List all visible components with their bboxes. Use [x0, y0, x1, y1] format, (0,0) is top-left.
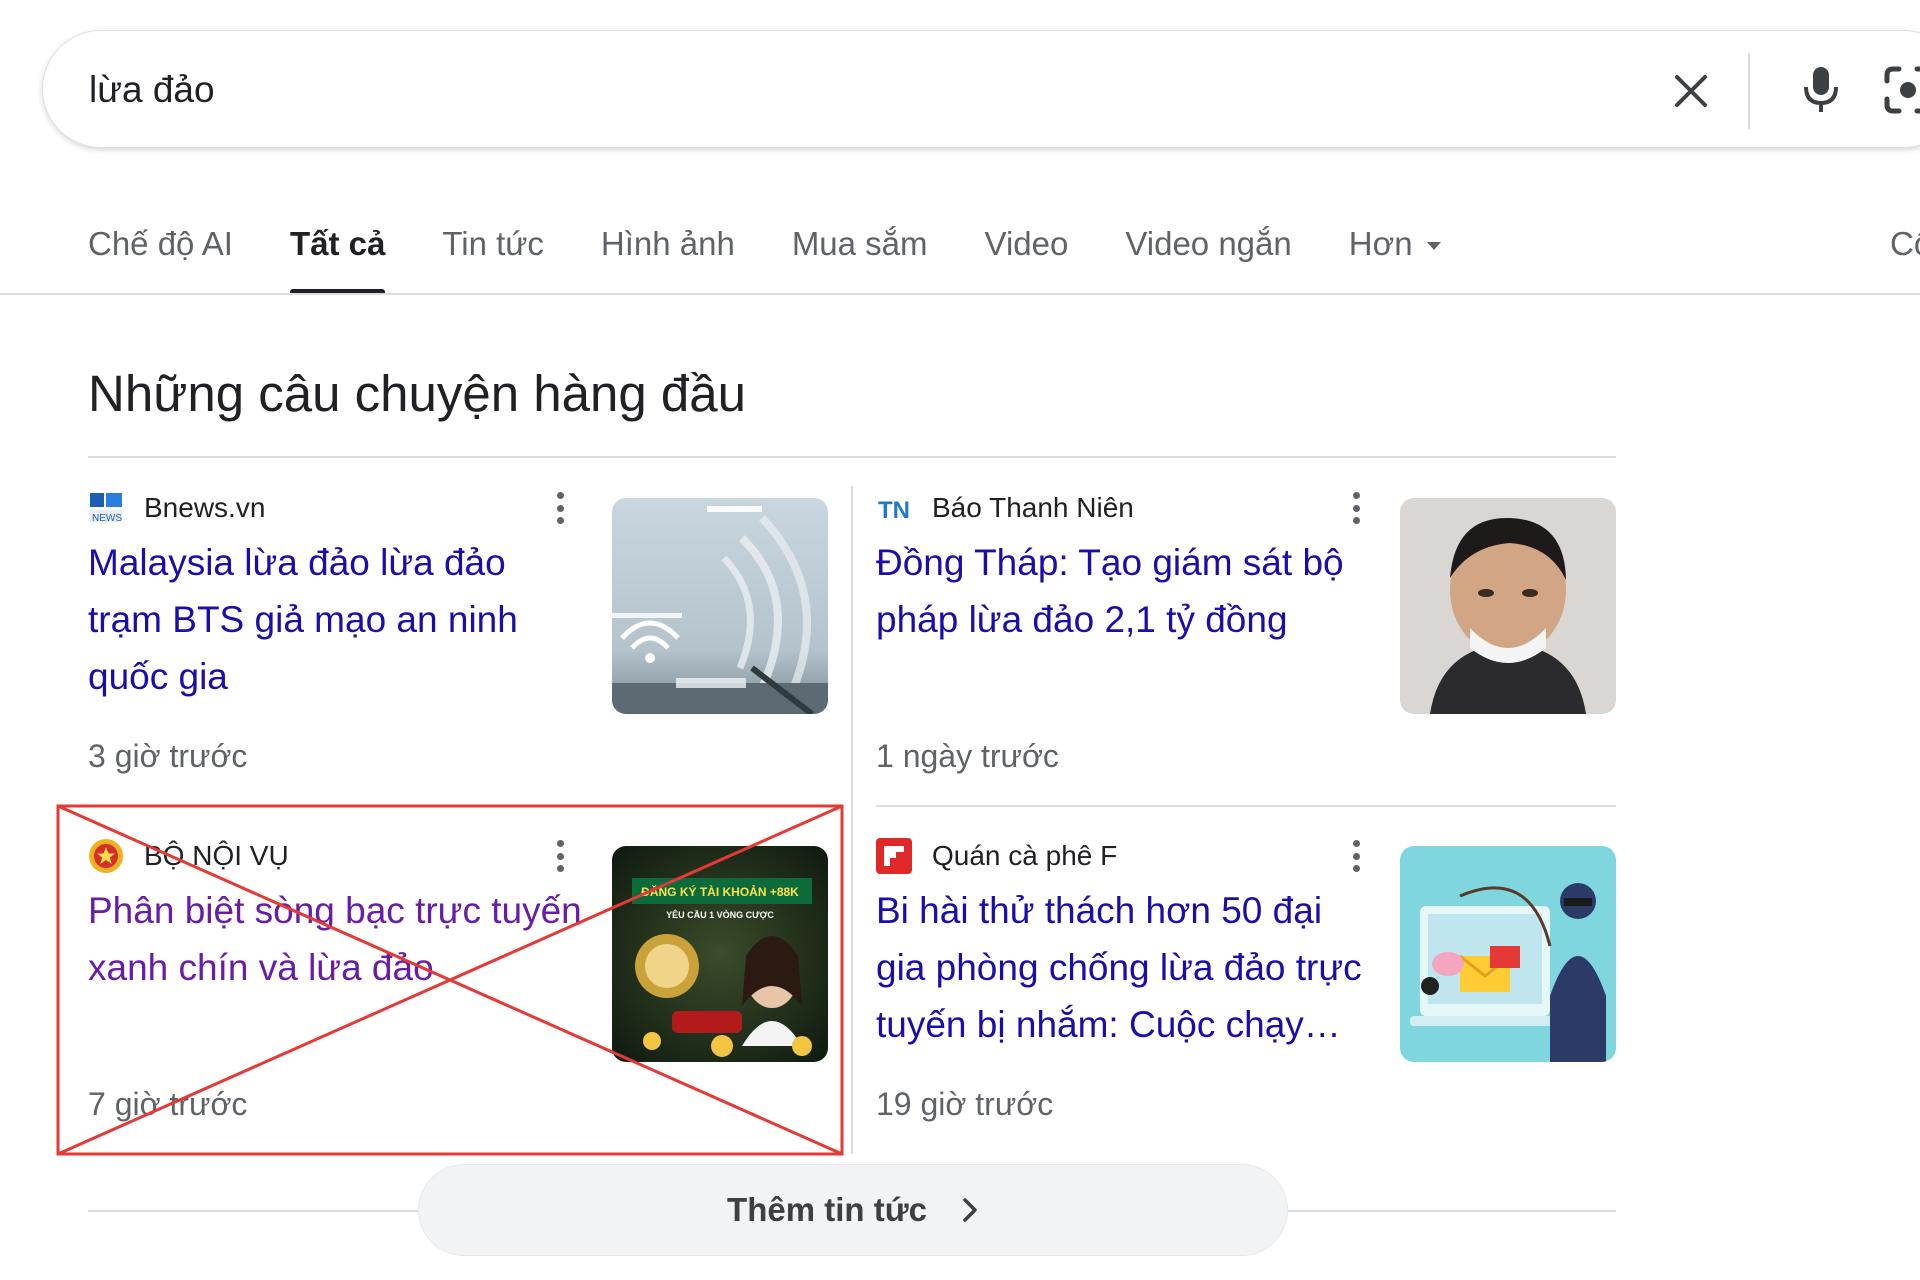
microphone-icon: [1804, 67, 1838, 112]
tab-ai-mode[interactable]: Chế độ AI: [88, 214, 233, 294]
news-thumbnail[interactable]: [612, 498, 828, 714]
tab-images[interactable]: Hình ảnh: [601, 214, 735, 294]
news-card-4[interactable]: Quán cà phê F Bi hài thử thách hơn 50 đạ…: [876, 818, 1616, 1154]
tab-tools[interactable]: Cô: [1890, 214, 1920, 274]
image-search-button[interactable]: [1873, 59, 1920, 121]
news-time: 1 ngày trước: [876, 738, 1059, 774]
section-title: Những câu chuyện hàng đầu: [88, 365, 746, 422]
chevron-right-icon: [961, 1197, 979, 1223]
voice-search-button[interactable]: [1793, 59, 1849, 121]
news-card-1[interactable]: NEWS Bnews.vn Malaysia lừa đảo lừa đảo t…: [88, 470, 828, 806]
more-options-icon[interactable]: [1344, 488, 1368, 528]
red-cross-overlay: [56, 804, 844, 1156]
search-bar: [42, 30, 1920, 148]
search-tabs: Chế độ AI Tất cả Tin tức Hình ảnh Mua sắ…: [88, 214, 1498, 294]
row-divider: [876, 805, 1616, 807]
more-options-icon[interactable]: [548, 488, 572, 528]
news-headline[interactable]: Đồng Tháp: Tạo giám sát bộ pháp lừa đảo …: [876, 534, 1376, 648]
news-source[interactable]: NEWS Bnews.vn: [88, 490, 265, 526]
news-thumbnail[interactable]: [1400, 846, 1616, 1062]
search-input[interactable]: [89, 65, 1589, 115]
more-news-button[interactable]: Thêm tin tức: [418, 1164, 1288, 1256]
svg-text:NEWS: NEWS: [92, 513, 122, 524]
tab-shopping[interactable]: Mua sắm: [792, 214, 928, 294]
tab-news[interactable]: Tin tức: [442, 214, 544, 294]
svg-text:TN: TN: [878, 497, 910, 524]
thanhnien-logo-icon: TN: [876, 490, 912, 526]
close-icon: [1675, 75, 1707, 107]
flipboard-logo-icon: [876, 838, 912, 874]
column-divider: [851, 486, 853, 1154]
news-card-2[interactable]: TN Báo Thanh Niên Đồng Tháp: Tạo giám sá…: [876, 470, 1616, 806]
news-time: 3 giờ trước: [88, 738, 248, 774]
clear-search-button[interactable]: [1663, 63, 1719, 119]
news-source[interactable]: Quán cà phê F: [876, 838, 1117, 874]
news-source-name: Quán cà phê F: [932, 840, 1118, 871]
bnews-logo-icon: NEWS: [88, 490, 124, 526]
news-source-name: Báo Thanh Niên: [932, 492, 1134, 523]
news-thumbnail[interactable]: [1400, 498, 1616, 714]
tab-more[interactable]: Hơn: [1349, 214, 1441, 294]
news-headline[interactable]: Bi hài thử thách hơn 50 đại gia phòng ch…: [876, 882, 1376, 1053]
more-options-icon[interactable]: [1344, 836, 1368, 876]
news-headline[interactable]: Malaysia lừa đảo lừa đảo trạm BTS giả mạ…: [88, 534, 588, 705]
lens-camera-icon: [1884, 66, 1920, 114]
tabs-divider: [0, 293, 1920, 295]
news-time: 19 giờ trước: [876, 1086, 1054, 1122]
tab-all[interactable]: Tất cả: [289, 214, 386, 294]
search-divider: [1748, 53, 1750, 129]
tab-more-label: Hơn: [1348, 225, 1413, 262]
section-divider: [88, 456, 1616, 458]
tab-videos[interactable]: Video: [985, 214, 1069, 294]
more-news-label: Thêm tin tức: [727, 1191, 927, 1228]
news-source-name: Bnews.vn: [144, 492, 266, 523]
tab-short-videos[interactable]: Video ngắn: [1125, 214, 1291, 294]
caret-down-icon: [1426, 242, 1441, 251]
news-source[interactable]: TN Báo Thanh Niên: [876, 490, 1134, 526]
